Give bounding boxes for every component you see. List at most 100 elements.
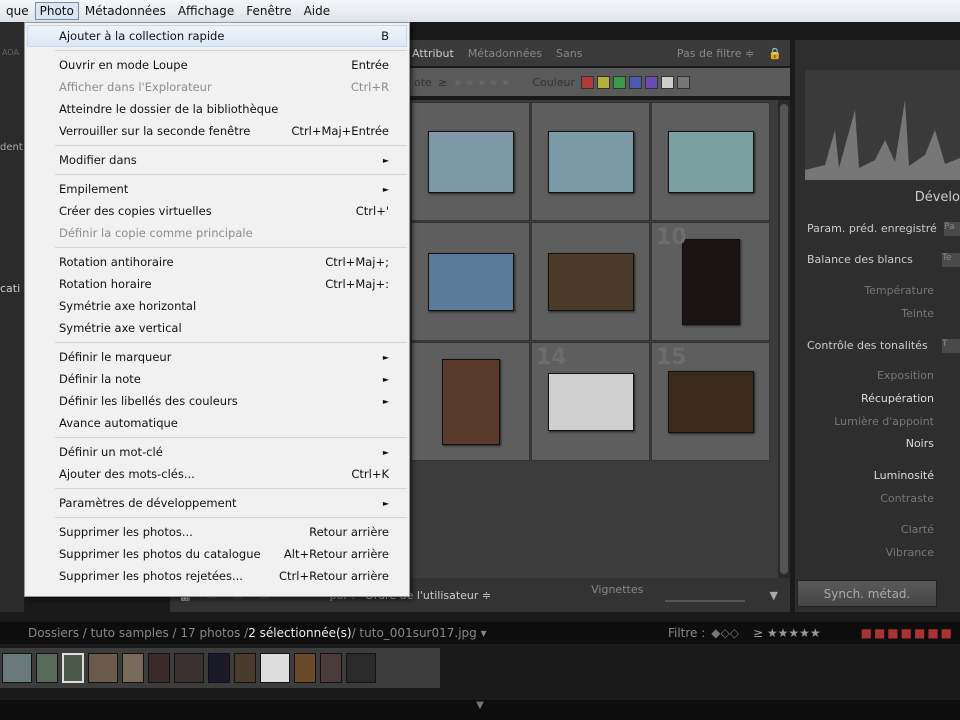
path-prefix[interactable]: Dossiers / tuto samples / 17 photos / xyxy=(28,626,248,640)
submenu-arrow-icon: ► xyxy=(382,155,389,165)
flag-filter-icon[interactable]: ◆◇◇ xyxy=(711,626,739,640)
left-label-c: cati xyxy=(0,282,21,295)
menu-item[interactable]: Atteindre le dossier de la bibliothèque xyxy=(25,98,409,120)
grid-scrollbar[interactable] xyxy=(778,100,790,578)
grid-cell[interactable] xyxy=(651,102,770,221)
color-label-swatch[interactable] xyxy=(613,75,627,89)
color-label-swatch[interactable] xyxy=(661,75,675,89)
menu-item[interactable]: Avance automatique xyxy=(25,412,409,434)
photo-thumbnail[interactable] xyxy=(427,130,514,193)
photo-thumbnail[interactable] xyxy=(427,252,514,311)
menu-item[interactable]: Définir un mot-clé ► xyxy=(25,441,409,463)
filmstrip-thumbnail[interactable] xyxy=(62,653,84,683)
preset-select[interactable]: Pa xyxy=(944,222,960,236)
wb-select[interactable]: Te xyxy=(942,253,960,267)
menu-item[interactable]: Rotation antihoraire Ctrl+Maj+; xyxy=(25,251,409,273)
menu-item[interactable]: Ajouter à la collection rapide B xyxy=(27,25,407,47)
color-label-swatch[interactable] xyxy=(677,75,691,89)
menu-item[interactable]: Rotation horaire Ctrl+Maj+: xyxy=(25,273,409,295)
menu-fenetre[interactable]: Fenêtre xyxy=(240,4,297,18)
cell-index: 10 xyxy=(656,225,687,250)
preset-row: Param. préd. enregistré Pa xyxy=(795,222,960,236)
menu-separator xyxy=(55,488,407,489)
photo-thumbnail[interactable] xyxy=(667,130,754,193)
menu-aide[interactable]: Aide xyxy=(298,4,337,18)
color-label-swatch[interactable] xyxy=(597,75,611,89)
selection-count: 2 sélectionnée(s) xyxy=(248,626,352,640)
photo-thumbnail[interactable] xyxy=(547,372,634,431)
photo-thumbnail[interactable] xyxy=(681,238,740,325)
filmstrip-thumbnail[interactable] xyxy=(294,653,316,683)
menu-bibliotheque[interactable]: que xyxy=(0,4,35,18)
grid-cell[interactable] xyxy=(531,102,650,221)
menu-item[interactable]: Supprimer les photos... Retour arrière xyxy=(25,521,409,543)
menu-item-label: Rotation horaire xyxy=(59,277,152,291)
color-label-swatch[interactable] xyxy=(645,75,659,89)
filmstrip-thumbnail[interactable] xyxy=(174,653,204,683)
menu-item[interactable]: Définir la note ► xyxy=(25,368,409,390)
filmstrip-thumbnail[interactable] xyxy=(36,653,58,683)
menu-item[interactable]: Supprimer les photos du catalogue Alt+Ret… xyxy=(25,543,409,565)
filter-label: Filtre : xyxy=(667,626,706,640)
photo-thumbnail[interactable] xyxy=(441,358,500,445)
filter-metadonnees[interactable]: Métadonnées xyxy=(468,47,542,60)
synch-metadata-button[interactable]: Synch. métad. xyxy=(797,580,937,607)
grid-cell[interactable]: 14 xyxy=(531,342,650,461)
menu-item[interactable]: Ouvrir en mode Loupe Entrée xyxy=(25,54,409,76)
color-label-swatch[interactable] xyxy=(581,75,595,89)
grid-cell[interactable]: 15 xyxy=(651,342,770,461)
rating-operator[interactable]: ≥ xyxy=(438,76,447,89)
color-filter-icons[interactable]: ■■■■■■■ xyxy=(861,626,954,640)
thumbnail-size-slider[interactable] xyxy=(665,600,745,602)
rating-stars[interactable]: ★★★★★ xyxy=(453,76,512,89)
grid-cell[interactable] xyxy=(411,222,530,341)
menu-item[interactable]: Symétrie axe vertical xyxy=(25,317,409,339)
menu-item[interactable]: Paramètres de développement ► xyxy=(25,492,409,514)
menu-item[interactable]: Définir les libellés des couleurs ► xyxy=(25,390,409,412)
filter-preset[interactable]: Pas de filtre ≑ xyxy=(677,47,754,60)
tone-label: Contrôle des tonalités xyxy=(807,339,928,352)
grid-cell[interactable]: 10 xyxy=(651,222,770,341)
filmstrip-thumbnail[interactable] xyxy=(346,653,376,683)
menu-affichage[interactable]: Affichage xyxy=(172,4,240,18)
menu-photo[interactable]: Photo xyxy=(34,2,79,20)
menu-item-label: Modifier dans xyxy=(59,153,137,167)
star-filter[interactable]: ≥ ★★★★★ xyxy=(753,626,821,640)
grid-cell[interactable] xyxy=(531,222,650,341)
filmstrip-thumbnail[interactable] xyxy=(122,653,144,683)
grid-cell[interactable] xyxy=(411,102,530,221)
filmstrip-thumbnail[interactable] xyxy=(148,653,170,683)
toolbar-menu-icon[interactable]: ▼ xyxy=(770,589,778,602)
photo-thumbnail[interactable] xyxy=(547,130,634,193)
menu-item[interactable]: Supprimer les photos rejetées... Ctrl+Ret… xyxy=(25,565,409,587)
filter-sans[interactable]: Sans xyxy=(556,47,582,60)
filter-attribut[interactable]: Attribut xyxy=(412,47,454,60)
menu-item[interactable]: Créer des copies virtuelles Ctrl+' xyxy=(25,200,409,222)
menu-item[interactable]: Définir le marqueur ► xyxy=(25,346,409,368)
current-file[interactable]: / tuto_001sur017.jpg ▾ xyxy=(352,626,487,640)
filmstrip-thumbnail[interactable] xyxy=(88,653,118,683)
menu-separator xyxy=(55,247,407,248)
grid-cell[interactable] xyxy=(411,342,530,461)
filmstrip-thumbnail[interactable] xyxy=(234,653,256,683)
lock-icon[interactable]: 🔒 xyxy=(768,47,782,60)
menu-item[interactable]: Empilement ► xyxy=(25,178,409,200)
menu-item-label: Ajouter à la collection rapide xyxy=(59,29,225,43)
menu-item-shortcut: Retour arrière xyxy=(309,525,389,539)
menu-item[interactable]: Modifier dans ► xyxy=(25,149,409,171)
bottom-panel-toggle[interactable]: ▼ xyxy=(0,700,960,720)
filmstrip-thumbnail[interactable] xyxy=(208,653,230,683)
photo-thumbnail[interactable] xyxy=(547,252,634,311)
menu-item[interactable]: Ajouter des mots-clés... Ctrl+K xyxy=(25,463,409,485)
menu-item-label: Définir la copie comme principale xyxy=(59,226,253,240)
menu-item[interactable]: Symétrie axe horizontal xyxy=(25,295,409,317)
submenu-arrow-icon: ► xyxy=(382,352,389,362)
menu-metadonnees[interactable]: Métadonnées xyxy=(79,4,172,18)
color-label-swatch[interactable] xyxy=(629,75,643,89)
photo-thumbnail[interactable] xyxy=(667,370,754,433)
filmstrip-thumbnail[interactable] xyxy=(260,653,290,683)
tone-auto[interactable]: T xyxy=(942,339,960,353)
menu-item[interactable]: Verrouiller sur la seconde fenêtre Ctrl+M… xyxy=(25,120,409,142)
filmstrip-thumbnail[interactable] xyxy=(320,653,342,683)
filmstrip-thumbnail[interactable] xyxy=(2,653,32,683)
